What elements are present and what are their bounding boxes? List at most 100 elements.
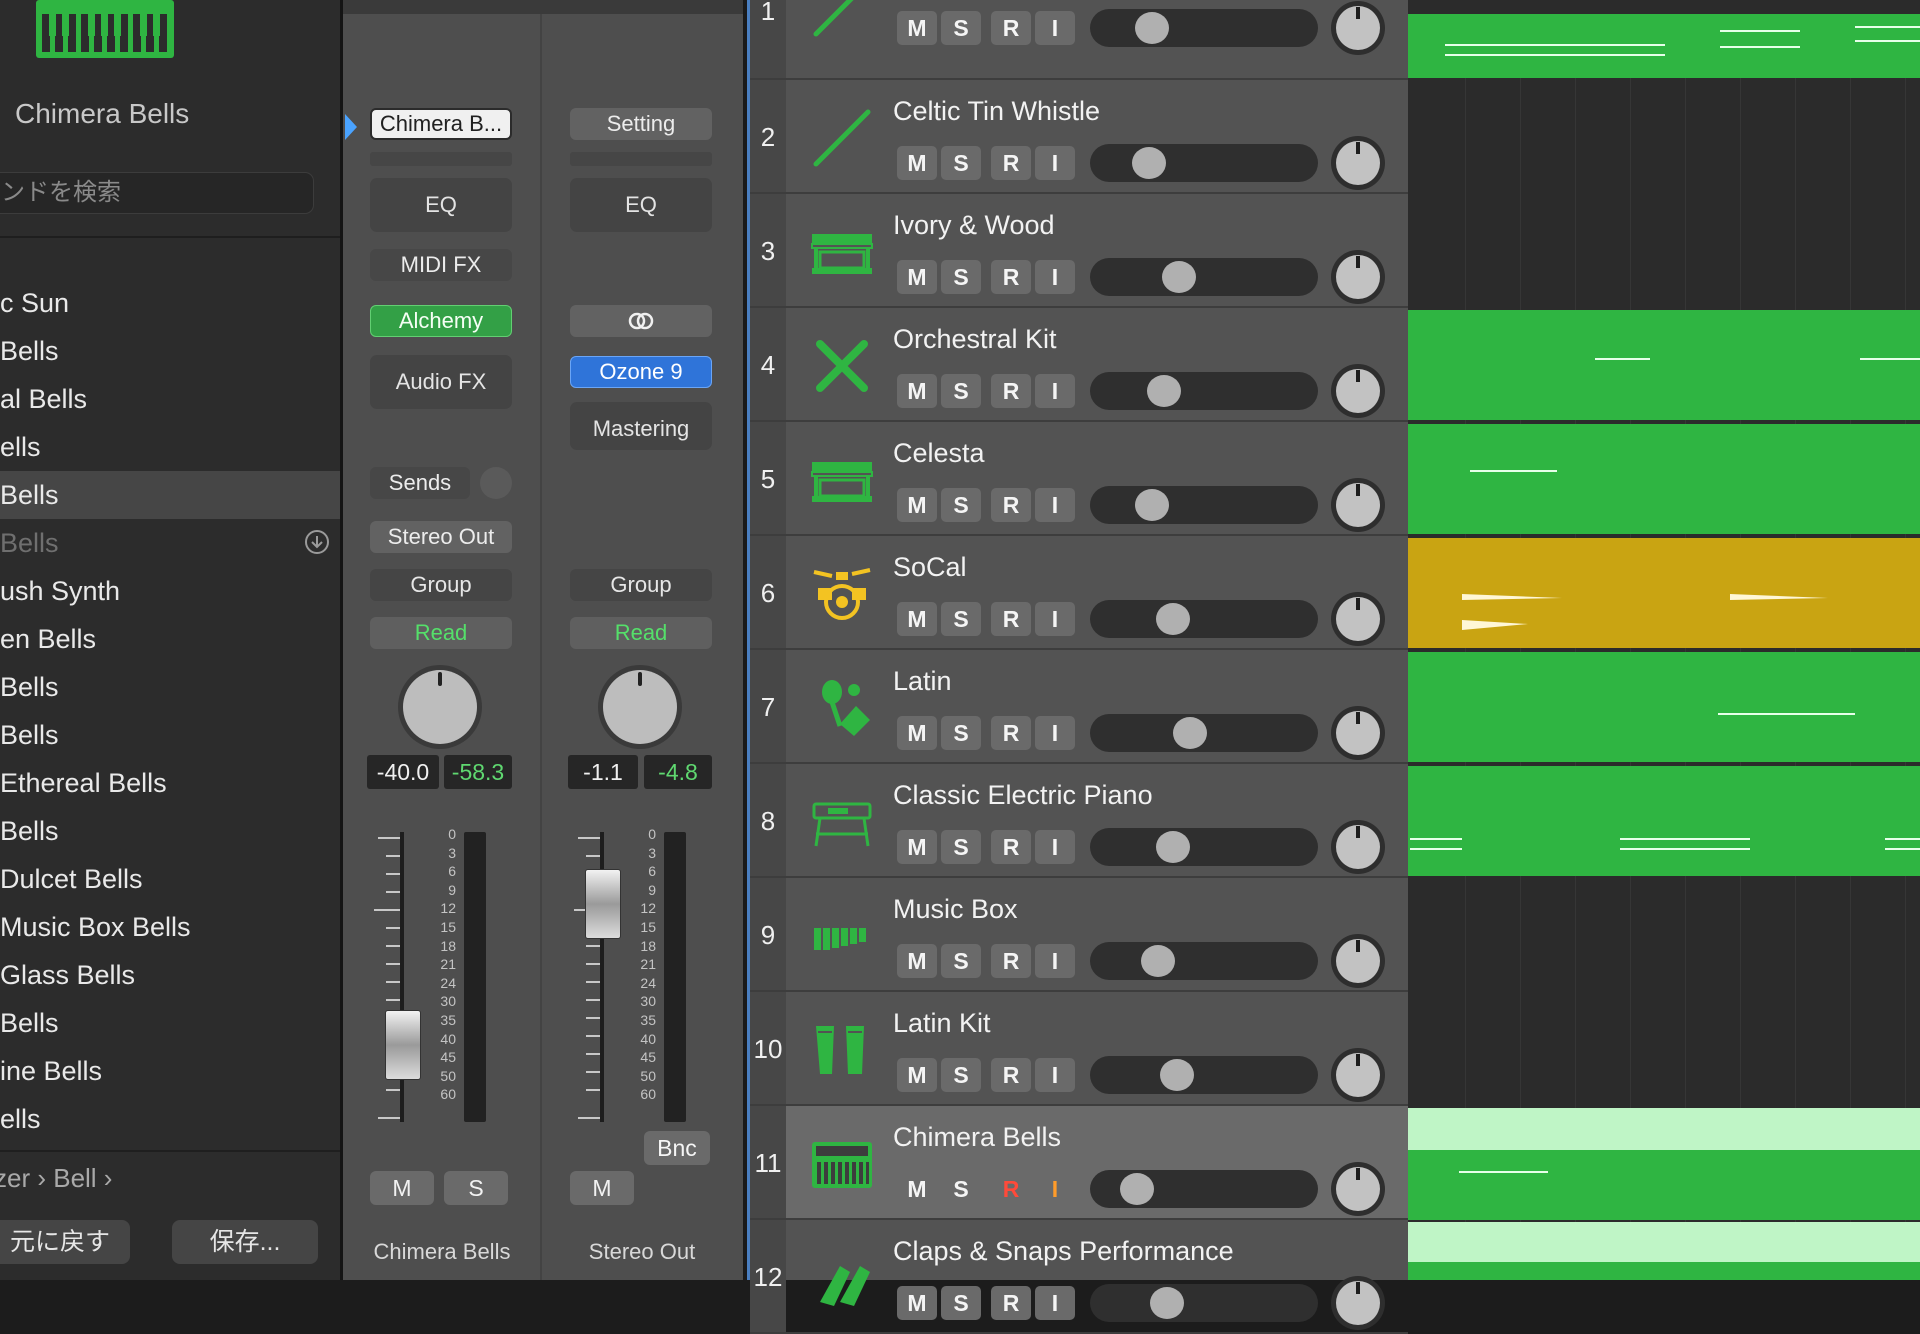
track-header-4[interactable]: 4 Orchestral Kit M S R I: [750, 308, 1408, 422]
maracas-icon[interactable]: [810, 676, 874, 740]
track-pan-knob[interactable]: [1336, 825, 1380, 869]
track-mute-button[interactable]: M: [897, 1286, 937, 1320]
strip1-peak-readout[interactable]: -58.3: [444, 755, 512, 789]
track-record-button[interactable]: R: [991, 146, 1031, 180]
track-header-3[interactable]: 3 Ivory & Wood M S R I: [750, 194, 1408, 308]
library-item[interactable]: Glass Bells: [0, 951, 340, 999]
track-name[interactable]: SoCal: [893, 552, 967, 583]
track-name[interactable]: Claps & Snaps Performance: [893, 1236, 1234, 1267]
track-volume-slider[interactable]: [1090, 9, 1318, 47]
track-record-button[interactable]: R: [991, 944, 1031, 978]
track-name[interactable]: Orchestral Kit: [893, 324, 1057, 355]
library-item[interactable]: Bells: [0, 519, 340, 567]
congas-icon[interactable]: [810, 1018, 874, 1082]
strip1-eq-button[interactable]: EQ: [370, 178, 512, 232]
music-box-icon[interactable]: [810, 904, 874, 968]
tin-whistle-icon[interactable]: [810, 106, 874, 170]
track-pan-knob[interactable]: [1336, 6, 1380, 50]
strip1-mute-button[interactable]: M: [370, 1171, 434, 1205]
track-solo-button[interactable]: S: [941, 1286, 981, 1320]
track-input-monitor-button[interactable]: I: [1035, 1172, 1075, 1206]
strip2-peak-readout[interactable]: -4.8: [644, 755, 712, 789]
sends-knob-icon[interactable]: [480, 467, 512, 499]
ruler[interactable]: [1408, 0, 1920, 14]
strip2-link-button[interactable]: [570, 305, 712, 337]
track-input-monitor-button[interactable]: I: [1035, 488, 1075, 522]
bounce-button[interactable]: Bnc: [644, 1131, 710, 1165]
strip2-plugin-slot[interactable]: Ozone 9: [570, 356, 712, 388]
track-volume-thumb[interactable]: [1172, 717, 1207, 749]
strip1-volume-fader[interactable]: [385, 1010, 421, 1081]
track-solo-button[interactable]: S: [941, 374, 981, 408]
track-solo-button[interactable]: S: [941, 830, 981, 864]
track-volume-slider[interactable]: [1090, 1056, 1318, 1094]
track-volume-thumb[interactable]: [1159, 1059, 1194, 1091]
track-record-button[interactable]: R: [991, 260, 1031, 294]
track-input-monitor-button[interactable]: I: [1035, 830, 1075, 864]
track-header-12[interactable]: 12 Claps & Snaps Performance M S R I: [750, 1220, 1408, 1334]
track-name[interactable]: Music Box: [893, 894, 1018, 925]
breadcrumb[interactable]: zer › Bell ›: [0, 1163, 112, 1194]
track-name[interactable]: Celesta: [893, 438, 985, 469]
track-pan-knob[interactable]: [1336, 597, 1380, 641]
library-item[interactable]: al Bells: [0, 375, 340, 423]
strip2-automation-slot[interactable]: Read: [570, 617, 712, 649]
track-pan-knob[interactable]: [1336, 1167, 1380, 1211]
track-input-monitor-button[interactable]: I: [1035, 11, 1075, 45]
arrange-region[interactable]: [1408, 1150, 1920, 1220]
track-header-1[interactable]: 1 M S R I: [750, 0, 1408, 80]
piano-icon[interactable]: [810, 220, 874, 284]
track-solo-button[interactable]: S: [941, 146, 981, 180]
track-solo-button[interactable]: S: [941, 716, 981, 750]
strip1-midi-fx-slot[interactable]: MIDI FX: [370, 249, 512, 281]
track-pan-knob[interactable]: [1336, 1053, 1380, 1097]
track-mute-button[interactable]: M: [897, 374, 937, 408]
arrange-region[interactable]: [1408, 310, 1920, 420]
strip2-volume-readout[interactable]: -1.1: [568, 755, 638, 789]
track-header-6[interactable]: 6 SoCal M S R I: [750, 536, 1408, 650]
piano-icon[interactable]: [810, 448, 874, 512]
track-mute-button[interactable]: M: [897, 1058, 937, 1092]
strip2-group-slot[interactable]: Group: [570, 569, 712, 601]
library-item[interactable]: Bells: [0, 807, 340, 855]
track-name[interactable]: Latin Kit: [893, 1008, 991, 1039]
track-record-button[interactable]: R: [991, 1172, 1031, 1206]
track-volume-thumb[interactable]: [1156, 603, 1191, 635]
download-icon[interactable]: [304, 529, 330, 555]
tin-whistle-icon[interactable]: [810, 0, 874, 40]
synth-icon[interactable]: [810, 1132, 874, 1196]
track-input-monitor-button[interactable]: I: [1035, 602, 1075, 636]
arrange-region[interactable]: [1408, 424, 1920, 534]
track-solo-button[interactable]: S: [941, 944, 981, 978]
track-volume-thumb[interactable]: [1135, 489, 1170, 521]
track-name[interactable]: Ivory & Wood: [893, 210, 1055, 241]
track-record-button[interactable]: R: [991, 1058, 1031, 1092]
save-button[interactable]: 保存...: [172, 1220, 318, 1264]
track-solo-button[interactable]: S: [941, 1172, 981, 1206]
track-name[interactable]: Celtic Tin Whistle: [893, 96, 1100, 127]
library-item[interactable]: Music Box Bells: [0, 903, 340, 951]
track-input-monitor-button[interactable]: I: [1035, 260, 1075, 294]
track-pan-knob[interactable]: [1336, 369, 1380, 413]
strip1-output-slot[interactable]: Stereo Out: [370, 521, 512, 553]
track-record-button[interactable]: R: [991, 602, 1031, 636]
track-volume-slider[interactable]: [1090, 144, 1318, 182]
track-volume-thumb[interactable]: [1161, 261, 1196, 293]
track-volume-slider[interactable]: [1090, 942, 1318, 980]
strip1-group-slot[interactable]: Group: [370, 569, 512, 601]
strip2-setting-button[interactable]: Setting: [570, 108, 712, 140]
strip2-volume-fader[interactable]: [585, 869, 621, 940]
library-item[interactable]: Bells: [0, 711, 340, 759]
arrange-region[interactable]: [1408, 14, 1920, 78]
track-record-button[interactable]: R: [991, 1286, 1031, 1320]
track-input-monitor-button[interactable]: I: [1035, 944, 1075, 978]
drumsticks-icon[interactable]: [810, 334, 874, 398]
library-item[interactable]: c Sun: [0, 279, 340, 327]
track-header-11[interactable]: 11 Chimera Bells M S R I: [750, 1106, 1408, 1220]
library-item[interactable]: Dulcet Bells: [0, 855, 340, 903]
track-solo-button[interactable]: S: [941, 11, 981, 45]
track-solo-button[interactable]: S: [941, 602, 981, 636]
strip1-automation-slot[interactable]: Read: [370, 617, 512, 649]
track-volume-thumb[interactable]: [1135, 12, 1170, 44]
track-volume-thumb[interactable]: [1131, 147, 1166, 179]
